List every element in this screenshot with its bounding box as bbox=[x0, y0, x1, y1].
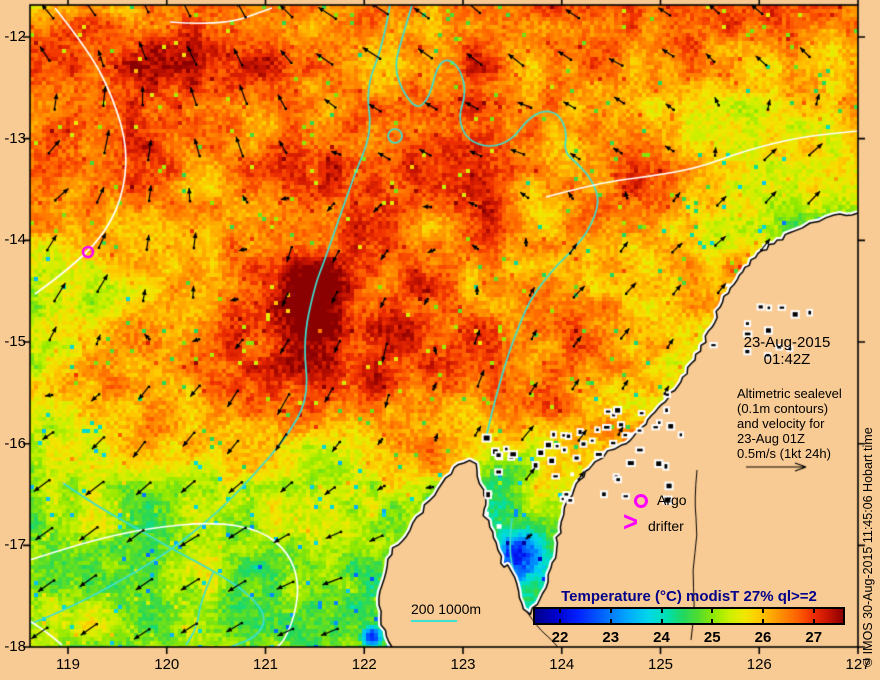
colorbar-tick-label: 24 bbox=[653, 629, 670, 646]
drifter-legend-label: drifter bbox=[648, 518, 684, 534]
datetime-annotation: 23-Aug-2015 01:42Z bbox=[716, 334, 858, 368]
colorbar-tick-label: 27 bbox=[805, 629, 823, 646]
altimetric-annotation: Altimetric sealevel (0.1m contours) and ve… bbox=[737, 386, 842, 461]
colorbar-tick bbox=[609, 609, 612, 613]
x-axis-tick-label: 127 bbox=[845, 656, 871, 673]
colorbar-tick bbox=[559, 619, 561, 623]
drifter-marker-icon: > bbox=[623, 508, 638, 539]
colorbar-tick-label: 25 bbox=[703, 629, 721, 646]
altimetric-annotation-line: 23-Aug 01Z bbox=[737, 431, 805, 446]
altimetric-annotation-line: and velocity for bbox=[737, 416, 825, 431]
colorbar-tick bbox=[660, 619, 663, 623]
bathymetry-contour-sample bbox=[411, 620, 457, 622]
datetime-date: 23-Aug-2015 bbox=[743, 334, 831, 351]
copyright-vertical-text: © IMOS 30-Aug-2015 11:45:06 Hobart time bbox=[861, 427, 875, 667]
x-axis-tick-label: 126 bbox=[746, 656, 772, 673]
argo-legend-label: Argo bbox=[657, 492, 687, 508]
altimetric-annotation-line: 0.5m/s (1kt 24h) bbox=[737, 446, 831, 461]
x-axis-tick-label: 124 bbox=[549, 656, 575, 673]
imos-oceancurrent-sst-map-page: { "colors":{ "background_land":"#F9CB94"… bbox=[0, 0, 880, 680]
colorbar-tick bbox=[812, 609, 815, 613]
y-axis-tick-label: -14 bbox=[4, 231, 26, 249]
datetime-time: 01:42Z bbox=[763, 351, 811, 368]
colorbar-tick-label: 26 bbox=[754, 629, 772, 646]
colorbar-tick bbox=[711, 619, 714, 623]
colorbar-tick-label: 23 bbox=[602, 629, 620, 646]
colorbar-tick bbox=[812, 619, 815, 623]
colorbar-title: Temperature (°C) modisT 27% ql>=2 bbox=[561, 588, 817, 605]
colorbar-tick bbox=[762, 619, 764, 623]
altimetric-annotation-line: Altimetric sealevel bbox=[737, 386, 842, 401]
y-axis-tick-label: -13 bbox=[4, 129, 26, 147]
x-axis-tick-label: 125 bbox=[647, 656, 674, 673]
y-axis-tick-label: -12 bbox=[4, 28, 26, 45]
argo-marker-icon bbox=[634, 494, 648, 508]
bathymetry-legend-label: 200 1000m bbox=[411, 601, 482, 617]
y-axis-tick-label: -18 bbox=[4, 638, 26, 656]
colorbar-tick bbox=[711, 609, 714, 613]
colorbar-tick bbox=[660, 609, 663, 613]
colorbar-tick-label: 22 bbox=[551, 629, 569, 646]
y-axis-tick-label: -15 bbox=[4, 333, 26, 350]
colorbar-tick bbox=[559, 609, 561, 613]
x-axis-tick-label: 119 bbox=[56, 656, 80, 673]
temperature-colorbar bbox=[533, 607, 845, 625]
y-axis-tick-label: -17 bbox=[4, 536, 26, 554]
y-axis-tick-label: -16 bbox=[4, 434, 26, 452]
colorbar-tick bbox=[762, 609, 764, 613]
altimetric-annotation-line: (0.1m contours) bbox=[737, 401, 829, 416]
x-axis-tick-label: 122 bbox=[351, 656, 377, 673]
x-axis-tick-label: 121 bbox=[252, 656, 279, 673]
x-axis-tick-label: 123 bbox=[450, 656, 476, 673]
colorbar-tick bbox=[609, 619, 612, 623]
x-axis-tick-label: 120 bbox=[154, 656, 180, 673]
